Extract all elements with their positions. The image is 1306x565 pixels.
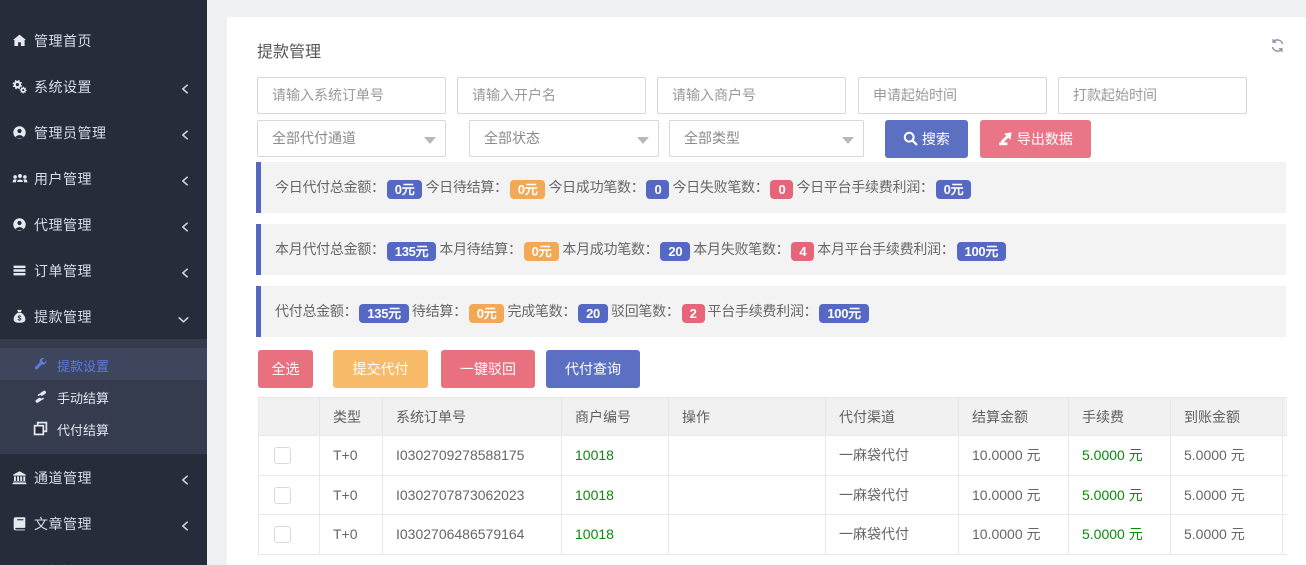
svg-text:$: $ <box>18 315 22 322</box>
